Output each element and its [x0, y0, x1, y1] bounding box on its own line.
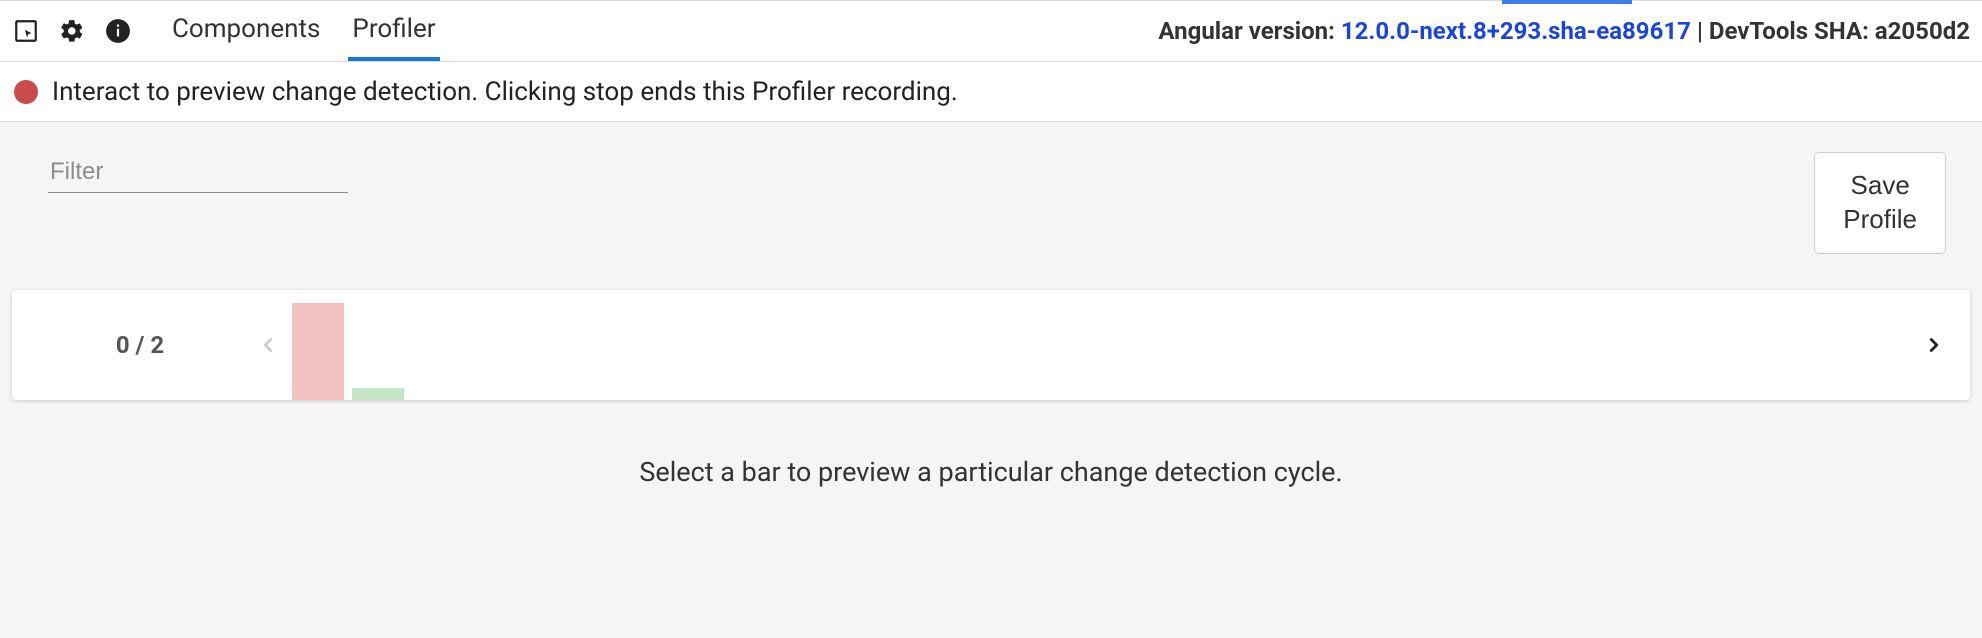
- tabs: Components Profiler: [168, 1, 440, 61]
- status-message: Interact to preview change detection. Cl…: [52, 77, 958, 107]
- filter-input[interactable]: [48, 152, 348, 193]
- bar-panel: 0 / 2: [12, 290, 1970, 400]
- save-profile-button[interactable]: SaveProfile: [1814, 152, 1946, 254]
- status-row: Interact to preview change detection. Cl…: [0, 62, 1982, 122]
- chevron-left-icon: [250, 328, 286, 362]
- bars-area: [286, 290, 1916, 400]
- devtools-label: | DevTools SHA:: [1691, 17, 1875, 45]
- top-bar: Components Profiler Angular version: 12.…: [0, 0, 1982, 62]
- bar-cycle-1[interactable]: [292, 303, 344, 400]
- record-stop-button[interactable]: [14, 80, 38, 104]
- top-bar-left: Components Profiler: [12, 1, 440, 61]
- controls-row: SaveProfile: [0, 122, 1982, 278]
- bar-cycle-2[interactable]: [352, 388, 404, 400]
- tab-profiler[interactable]: Profiler: [348, 1, 439, 61]
- version-link[interactable]: 12.0.0-next.8+293.sha-ea89617: [1341, 17, 1691, 45]
- save-profile-label: SaveProfile: [1843, 170, 1917, 234]
- bar-counter: 0 / 2: [30, 331, 250, 359]
- hint-message: Select a bar to preview a particular cha…: [0, 400, 1982, 568]
- devtools-sha: a2050d2: [1875, 17, 1970, 45]
- top-accent-bar: [1502, 0, 1632, 4]
- info-icon[interactable]: [104, 17, 132, 45]
- tab-components[interactable]: Components: [168, 1, 324, 61]
- version-label: Angular version:: [1158, 17, 1340, 45]
- chevron-right-icon[interactable]: [1916, 328, 1952, 362]
- filter-field: [48, 152, 348, 193]
- gear-icon[interactable]: [58, 17, 86, 45]
- inspect-icon[interactable]: [12, 17, 40, 45]
- version-info: Angular version: 12.0.0-next.8+293.sha-e…: [1158, 17, 1970, 45]
